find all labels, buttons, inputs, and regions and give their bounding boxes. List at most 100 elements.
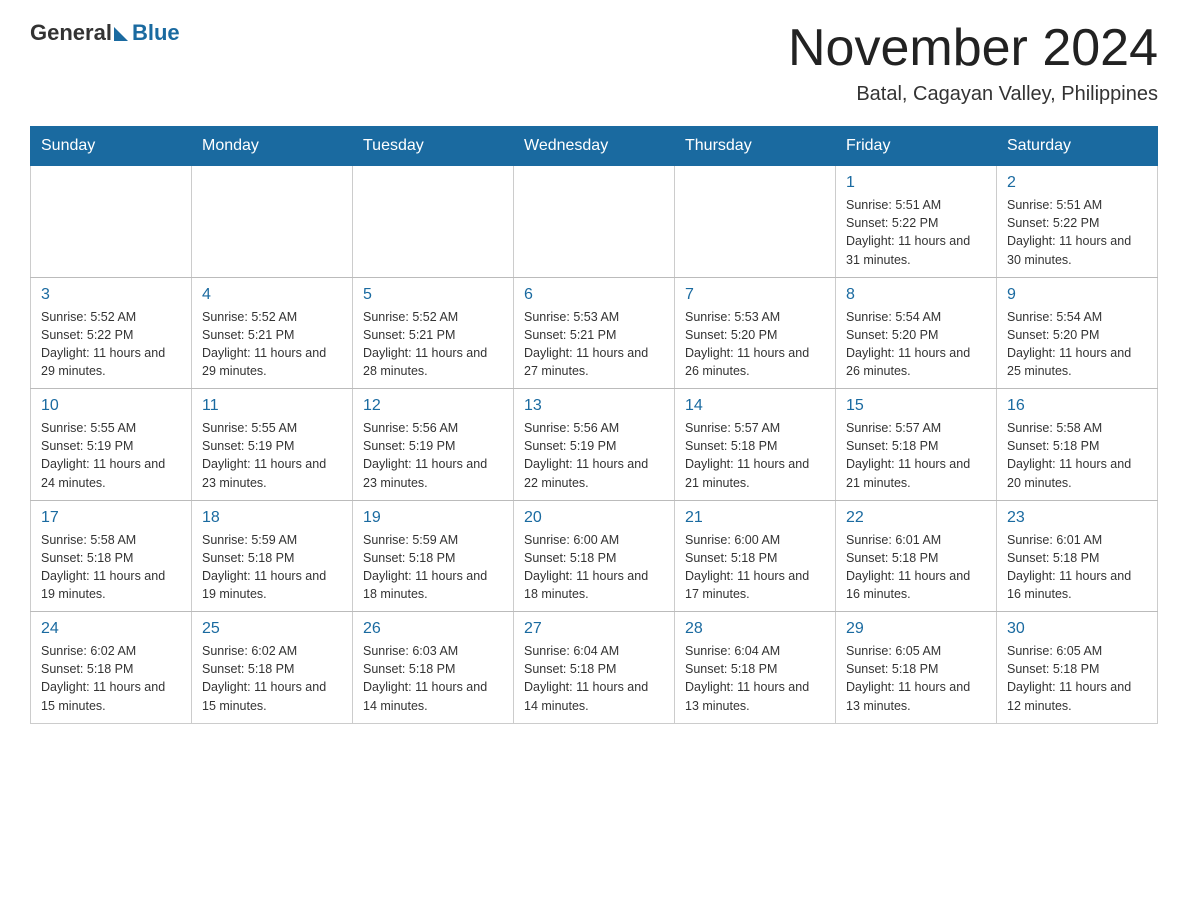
logo-general-text: General: [30, 20, 112, 46]
day-number: 21: [685, 509, 825, 527]
calendar-cell: 9 Sunrise: 5:54 AMSunset: 5:20 PMDaylight…: [997, 277, 1158, 389]
day-info: Sunrise: 5:51 AMSunset: 5:22 PMDaylight:…: [846, 196, 986, 269]
day-info: Sunrise: 5:59 AMSunset: 5:18 PMDaylight:…: [202, 531, 342, 604]
calendar-cell: 22Sunrise: 6:01 AMSunset: 5:18 PMDayligh…: [836, 500, 997, 612]
header-wednesday: Wednesday: [514, 127, 675, 166]
day-info: Sunrise: 5:52 AMSunset: 5:21 PMDaylight:…: [202, 308, 342, 381]
calendar-cell: 15Sunrise: 5:57 AMSunset: 5:18 PMDayligh…: [836, 389, 997, 501]
calendar-cell: 3Sunrise: 5:52 AMSunset: 5:22 PMDaylight…: [31, 277, 192, 389]
calendar-cell: 23 Sunrise: 6:01 AMSunset: 5:18 PMDayligh…: [997, 500, 1158, 612]
header-tuesday: Tuesday: [353, 127, 514, 166]
calendar-table: SundayMondayTuesdayWednesdayThursdayFrid…: [30, 126, 1158, 724]
day-number: 13: [524, 397, 664, 415]
calendar-cell: 11 Sunrise: 5:55 AMSunset: 5:19 PMDayligh…: [192, 389, 353, 501]
day-number: 1: [846, 174, 986, 192]
day-info: Sunrise: 5:56 AMSunset: 5:19 PMDaylight:…: [524, 419, 664, 492]
logo-triangle-icon: [114, 27, 128, 41]
calendar-cell: 6 Sunrise: 5:53 AMSunset: 5:21 PMDaylight…: [514, 277, 675, 389]
day-info: Sunrise: 6:03 AMSunset: 5:18 PMDaylight:…: [363, 642, 503, 715]
day-number: 30: [1007, 620, 1147, 638]
calendar-cell: 8Sunrise: 5:54 AMSunset: 5:20 PMDaylight…: [836, 277, 997, 389]
day-number: 11: [202, 397, 342, 415]
calendar-cell: [31, 166, 192, 278]
day-info: Sunrise: 5:57 AMSunset: 5:18 PMDaylight:…: [685, 419, 825, 492]
week-row-1: 3Sunrise: 5:52 AMSunset: 5:22 PMDaylight…: [31, 277, 1158, 389]
day-info: Sunrise: 5:53 AMSunset: 5:21 PMDaylight:…: [524, 308, 664, 381]
day-info: Sunrise: 5:59 AMSunset: 5:18 PMDaylight:…: [363, 531, 503, 604]
day-number: 24: [41, 620, 181, 638]
day-info: Sunrise: 5:54 AMSunset: 5:20 PMDaylight:…: [1007, 308, 1147, 381]
day-number: 15: [846, 397, 986, 415]
title-area: November 2024 Batal, Cagayan Valley, Phi…: [788, 20, 1158, 106]
day-number: 18: [202, 509, 342, 527]
day-number: 5: [363, 286, 503, 304]
logo: General Blue: [30, 20, 180, 46]
header-thursday: Thursday: [675, 127, 836, 166]
header-friday: Friday: [836, 127, 997, 166]
calendar-cell: 29Sunrise: 6:05 AMSunset: 5:18 PMDayligh…: [836, 612, 997, 724]
day-number: 27: [524, 620, 664, 638]
day-info: Sunrise: 6:00 AMSunset: 5:18 PMDaylight:…: [685, 531, 825, 604]
calendar-cell: 24 Sunrise: 6:02 AMSunset: 5:18 PMDayligh…: [31, 612, 192, 724]
day-info: Sunrise: 5:55 AMSunset: 5:19 PMDaylight:…: [202, 419, 342, 492]
day-number: 6: [524, 286, 664, 304]
day-number: 23: [1007, 509, 1147, 527]
calendar-cell: [675, 166, 836, 278]
calendar-cell: 12 Sunrise: 5:56 AMSunset: 5:19 PMDayligh…: [353, 389, 514, 501]
day-number: 7: [685, 286, 825, 304]
calendar-cell: 18 Sunrise: 5:59 AMSunset: 5:18 PMDayligh…: [192, 500, 353, 612]
week-row-4: 24 Sunrise: 6:02 AMSunset: 5:18 PMDayligh…: [31, 612, 1158, 724]
calendar-cell: 16 Sunrise: 5:58 AMSunset: 5:18 PMDayligh…: [997, 389, 1158, 501]
day-info: Sunrise: 5:51 AMSunset: 5:22 PMDaylight:…: [1007, 196, 1147, 269]
header: General Blue November 2024 Batal, Cagaya…: [30, 20, 1158, 106]
calendar-cell: 26 Sunrise: 6:03 AMSunset: 5:18 PMDayligh…: [353, 612, 514, 724]
calendar-cell: 10 Sunrise: 5:55 AMSunset: 5:19 PMDayligh…: [31, 389, 192, 501]
day-info: Sunrise: 5:52 AMSunset: 5:22 PMDaylight:…: [41, 308, 181, 381]
calendar-cell: [353, 166, 514, 278]
day-info: Sunrise: 6:04 AMSunset: 5:18 PMDaylight:…: [685, 642, 825, 715]
day-info: Sunrise: 5:56 AMSunset: 5:19 PMDaylight:…: [363, 419, 503, 492]
calendar-cell: 13 Sunrise: 5:56 AMSunset: 5:19 PMDayligh…: [514, 389, 675, 501]
calendar-cell: 4 Sunrise: 5:52 AMSunset: 5:21 PMDaylight…: [192, 277, 353, 389]
day-number: 16: [1007, 397, 1147, 415]
calendar-cell: [514, 166, 675, 278]
day-info: Sunrise: 6:02 AMSunset: 5:18 PMDaylight:…: [41, 642, 181, 715]
header-monday: Monday: [192, 127, 353, 166]
day-number: 20: [524, 509, 664, 527]
day-number: 14: [685, 397, 825, 415]
calendar-cell: 2Sunrise: 5:51 AMSunset: 5:22 PMDaylight…: [997, 166, 1158, 278]
calendar-cell: 20 Sunrise: 6:00 AMSunset: 5:18 PMDayligh…: [514, 500, 675, 612]
calendar-cell: 1 Sunrise: 5:51 AMSunset: 5:22 PMDaylight…: [836, 166, 997, 278]
day-info: Sunrise: 6:00 AMSunset: 5:18 PMDaylight:…: [524, 531, 664, 604]
day-info: Sunrise: 5:52 AMSunset: 5:21 PMDaylight:…: [363, 308, 503, 381]
day-info: Sunrise: 5:53 AMSunset: 5:20 PMDaylight:…: [685, 308, 825, 381]
day-info: Sunrise: 5:55 AMSunset: 5:19 PMDaylight:…: [41, 419, 181, 492]
calendar-cell: 17Sunrise: 5:58 AMSunset: 5:18 PMDayligh…: [31, 500, 192, 612]
day-info: Sunrise: 6:05 AMSunset: 5:18 PMDaylight:…: [846, 642, 986, 715]
day-number: 26: [363, 620, 503, 638]
calendar-cell: 30 Sunrise: 6:05 AMSunset: 5:18 PMDayligh…: [997, 612, 1158, 724]
day-info: Sunrise: 6:01 AMSunset: 5:18 PMDaylight:…: [846, 531, 986, 604]
week-row-2: 10 Sunrise: 5:55 AMSunset: 5:19 PMDayligh…: [31, 389, 1158, 501]
day-info: Sunrise: 6:05 AMSunset: 5:18 PMDaylight:…: [1007, 642, 1147, 715]
day-number: 10: [41, 397, 181, 415]
calendar-cell: [192, 166, 353, 278]
month-title: November 2024: [788, 20, 1158, 77]
day-number: 28: [685, 620, 825, 638]
day-number: 4: [202, 286, 342, 304]
header-saturday: Saturday: [997, 127, 1158, 166]
day-number: 19: [363, 509, 503, 527]
day-info: Sunrise: 6:02 AMSunset: 5:18 PMDaylight:…: [202, 642, 342, 715]
day-number: 9: [1007, 286, 1147, 304]
day-info: Sunrise: 5:58 AMSunset: 5:18 PMDaylight:…: [1007, 419, 1147, 492]
day-number: 12: [363, 397, 503, 415]
day-info: Sunrise: 5:58 AMSunset: 5:18 PMDaylight:…: [41, 531, 181, 604]
day-number: 25: [202, 620, 342, 638]
day-info: Sunrise: 6:01 AMSunset: 5:18 PMDaylight:…: [1007, 531, 1147, 604]
logo-blue-text: Blue: [132, 20, 180, 46]
day-number: 8: [846, 286, 986, 304]
calendar-cell: 19 Sunrise: 5:59 AMSunset: 5:18 PMDayligh…: [353, 500, 514, 612]
week-row-0: 1 Sunrise: 5:51 AMSunset: 5:22 PMDaylight…: [31, 166, 1158, 278]
week-row-3: 17Sunrise: 5:58 AMSunset: 5:18 PMDayligh…: [31, 500, 1158, 612]
calendar-cell: 28 Sunrise: 6:04 AMSunset: 5:18 PMDayligh…: [675, 612, 836, 724]
